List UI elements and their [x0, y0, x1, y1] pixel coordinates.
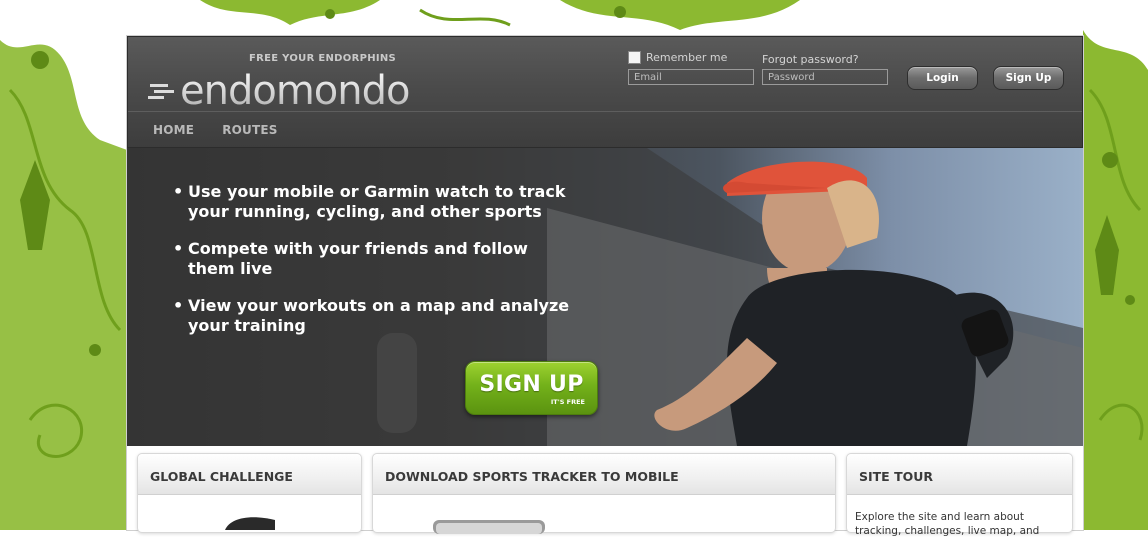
hero-signup-sublabel: IT'S FREE	[550, 398, 585, 406]
bullet-line: View your workouts on a map and analyze	[188, 296, 570, 315]
site-header: FREE YOUR ENDORPHINS endomondo Remember …	[127, 36, 1083, 148]
remember-me-label: Remember me	[646, 51, 728, 64]
speed-lines-icon	[148, 84, 174, 99]
hero-signup-button[interactable]: SIGN UP IT'S FREE	[465, 361, 598, 415]
nav-item-home[interactable]: HOME	[153, 123, 194, 137]
forgot-password-link[interactable]: Forgot password?	[762, 53, 859, 66]
bullet-icon: •	[173, 296, 184, 315]
bullet-line: Compete with your friends and follow	[188, 239, 528, 258]
panel-header: DOWNLOAD SPORTS TRACKER TO MOBILE	[373, 454, 835, 495]
page-container: FREE YOUR ENDORPHINS endomondo Remember …	[127, 36, 1083, 537]
checkbox-icon[interactable]	[628, 51, 641, 64]
site-tour-panel: SITE TOUR Explore the site and learn abo…	[846, 453, 1073, 537]
hero-signup-label: SIGN UP	[479, 372, 584, 397]
panel-title[interactable]: DOWNLOAD SPORTS TRACKER TO MOBILE	[385, 469, 679, 484]
hero-feature-list: • Use your mobile or Garmin watch to tra…	[173, 182, 613, 353]
bullet-line: Use your mobile or Garmin watch to track	[188, 182, 566, 201]
bullet-line: your training	[188, 316, 306, 335]
login-button[interactable]: Login	[907, 66, 978, 90]
password-field[interactable]	[762, 69, 888, 85]
panel-title[interactable]: GLOBAL CHALLENGE	[150, 469, 293, 484]
main-nav: HOME ROUTES	[153, 123, 278, 137]
list-item: • View your workouts on a map and analyz…	[173, 296, 613, 336]
bullet-line: your running, cycling, and other sports	[188, 202, 542, 221]
login-form: Remember me Forgot password? Login Sign …	[628, 49, 1078, 99]
phone-image	[433, 520, 545, 534]
email-field[interactable]	[628, 69, 754, 85]
panel-header: SITE TOUR	[847, 454, 1072, 495]
hero-banner: • Use your mobile or Garmin watch to tra…	[127, 148, 1083, 446]
bullet-icon: •	[173, 182, 184, 201]
download-panel: DOWNLOAD SPORTS TRACKER TO MOBILE	[372, 453, 836, 534]
bullet-line: them live	[188, 259, 273, 278]
logo-text: endomondo	[180, 68, 410, 114]
panel-title[interactable]: SITE TOUR	[859, 469, 933, 484]
site-tour-text: Explore the site and learn about trackin…	[855, 511, 1040, 537]
header-signup-button[interactable]: Sign Up	[993, 66, 1064, 90]
panel-header: GLOBAL CHALLENGE	[138, 454, 361, 495]
list-item: • Use your mobile or Garmin watch to tra…	[173, 182, 613, 222]
global-challenge-panel: GLOBAL CHALLENGE	[137, 453, 362, 533]
bullet-icon: •	[173, 239, 184, 258]
endomondo-logo[interactable]: endomondo	[148, 67, 410, 115]
nav-divider	[128, 111, 1082, 112]
remember-me[interactable]: Remember me	[628, 51, 727, 64]
tagline: FREE YOUR ENDORPHINS	[249, 53, 397, 64]
shoe-image	[225, 517, 275, 530]
nav-item-routes[interactable]: ROUTES	[222, 123, 277, 137]
list-item: • Compete with your friends and follow t…	[173, 239, 613, 279]
